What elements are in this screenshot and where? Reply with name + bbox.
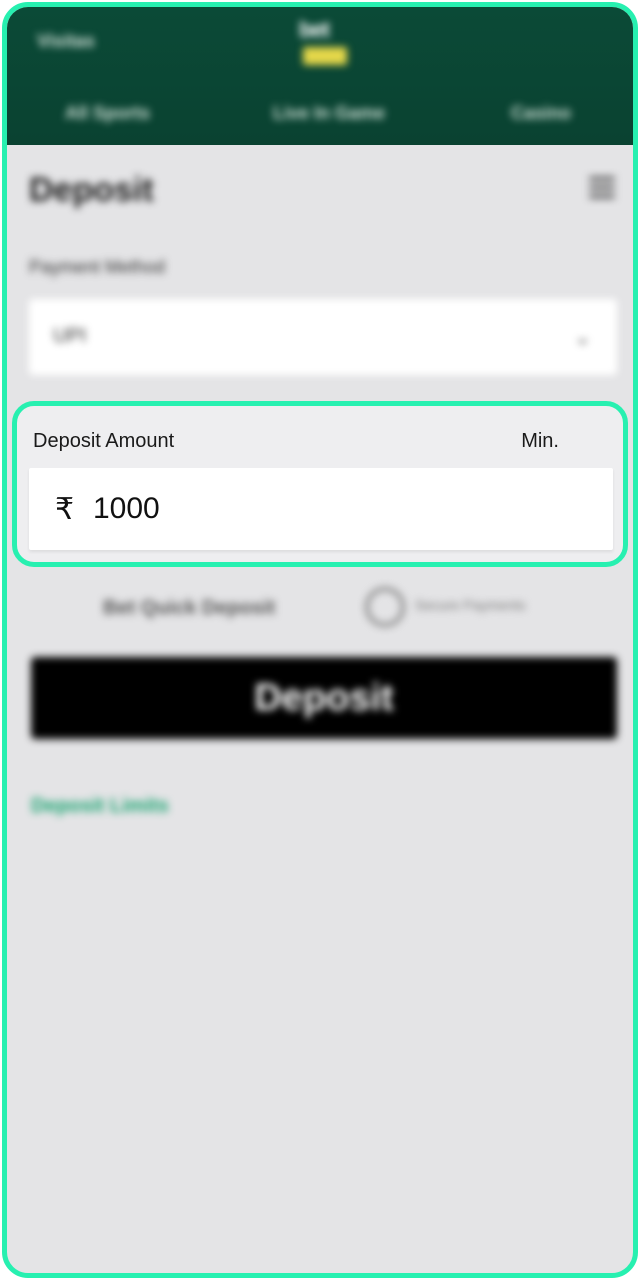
logo-badge	[303, 47, 347, 65]
rupee-currency-symbol: ₹	[55, 493, 75, 526]
hamburger-menu-icon[interactable]	[589, 177, 615, 203]
deposit-amount-section: Deposit Amount Min. ₹ 1000	[12, 401, 628, 567]
chevron-down-icon: ⌄	[574, 327, 591, 349]
secure-payment-badge: Secure Payments	[365, 587, 535, 627]
phone-frame: Visitas bet All Sports Live In Game Casi…	[2, 2, 638, 1278]
page-title: Deposit	[29, 171, 154, 209]
tab-live-in-game[interactable]: Live In Game	[273, 103, 385, 124]
logo-text: bet	[299, 17, 330, 42]
min-amount-label: Min.	[521, 430, 559, 452]
deposit-amount-input[interactable]: ₹ 1000	[29, 468, 613, 550]
deposit-limits-link[interactable]: Deposit Limits	[31, 795, 169, 818]
payment-method-value: UPI	[53, 325, 87, 347]
top-nav: All Sports Live In Game Casino	[7, 95, 633, 135]
payment-method-select[interactable]: UPI ⌄	[29, 299, 617, 375]
shield-icon	[365, 587, 405, 627]
deposit-button[interactable]: Deposit	[31, 657, 617, 739]
secure-badge-text: Secure Payments	[415, 597, 526, 613]
tab-all-sports[interactable]: All Sports	[65, 103, 150, 124]
app-header: Visitas bet All Sports Live In Game Casi…	[7, 7, 633, 145]
tab-casino[interactable]: Casino	[511, 103, 571, 124]
payment-method-label: Payment Method	[29, 257, 166, 277]
deposit-amount-label: Deposit Amount	[33, 430, 175, 452]
quick-deposit-text[interactable]: Bet Quick Deposit	[103, 597, 275, 620]
header-left-link[interactable]: Visitas	[37, 31, 95, 52]
brand-logo[interactable]: bet	[297, 17, 353, 67]
deposit-amount-value: 1000	[93, 492, 160, 525]
quick-deposit-row: Bet Quick Deposit Secure Payments	[103, 587, 563, 627]
